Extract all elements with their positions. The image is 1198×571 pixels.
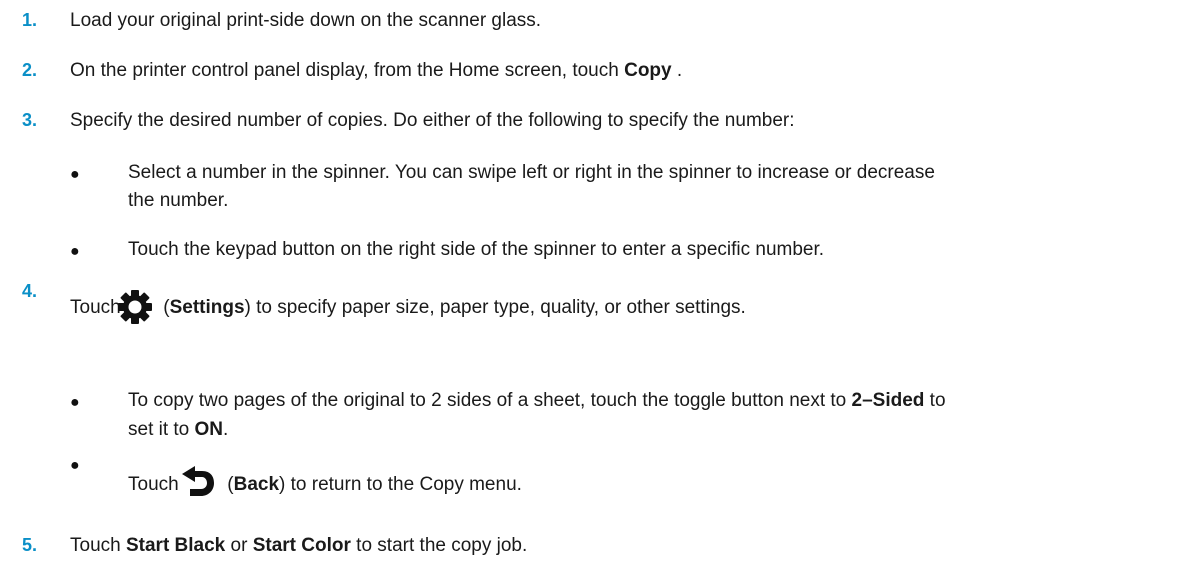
- step-number-2: 2.: [22, 60, 38, 80]
- step-4-bullet-1-text-after: to: [924, 390, 946, 411]
- step-number-4: 4.: [22, 281, 38, 301]
- step-5-text-before: Touch: [70, 535, 126, 556]
- step-3-bullet-2: Touch the keypad button on the right sid…: [128, 239, 825, 260]
- bullet-marker: ●: [70, 243, 80, 260]
- gear-icon: [118, 290, 152, 324]
- step-text-2: On the printer control panel display, fr…: [70, 60, 682, 82]
- step-4-bold-on: ON: [194, 419, 224, 440]
- step-4-bold-back: Back: [233, 474, 280, 495]
- bullet-marker: ●: [70, 166, 80, 183]
- step-text-5: Touch Start Black or Start Color to star…: [70, 535, 527, 557]
- step-5-bold-start-black: Start Black: [125, 535, 226, 556]
- step-4-text-after: ) to specify paper size, paper type, qua…: [244, 297, 746, 318]
- step-5-text-mid: or: [225, 535, 253, 556]
- step-4-bullet-2-text-before: Touch: [128, 474, 184, 495]
- step-4-paren-open: (: [157, 297, 170, 318]
- step-4-bullet-1-line-2-before: set it to: [128, 419, 195, 440]
- step-3-bullet-1-line-2: the number.: [128, 190, 229, 211]
- step-5-bold-start-color: Start Color: [252, 535, 351, 556]
- step-3-bullet-1-line-1: Select a number in the spinner. You can …: [128, 162, 935, 183]
- step-4-bullet-1-text-before: To copy two pages of the original to 2 s…: [128, 390, 852, 411]
- step-4-bold-2-sided: 2–Sided: [851, 390, 925, 411]
- step-text-1: Load your original print-side down on th…: [70, 10, 542, 31]
- step-4-bullet-1-line-2-after: .: [223, 419, 229, 440]
- step-2-text-after: .: [671, 60, 683, 81]
- bullet-marker: ●: [70, 394, 80, 411]
- step-number-5: 5.: [22, 535, 38, 555]
- back-arrow-icon: [182, 466, 214, 496]
- step-text-3: Specify the desired number of copies. Do…: [70, 110, 795, 131]
- step-4-bold-settings: Settings: [169, 297, 245, 318]
- step-number-3: 3.: [22, 110, 38, 130]
- step-5-text-after: to start the copy job.: [350, 535, 528, 556]
- step-4-bullet-2-text-after: ) to return to the Copy menu.: [279, 474, 522, 495]
- step-number-1: 1.: [22, 10, 38, 30]
- bullet-marker: ●: [70, 457, 80, 474]
- step-text-4: Touch (Settings) to specify paper size, …: [70, 297, 746, 319]
- step-4-bullet-2-paren-open: (: [221, 474, 234, 495]
- step-4-bullet-1-line-2: set it to ON.: [128, 419, 228, 441]
- step-2-text-before: On the printer control panel display, fr…: [70, 60, 625, 81]
- step-2-bold-copy: Copy: [624, 60, 672, 81]
- step-4-bullet-1-line-1: To copy two pages of the original to 2 s…: [128, 390, 946, 412]
